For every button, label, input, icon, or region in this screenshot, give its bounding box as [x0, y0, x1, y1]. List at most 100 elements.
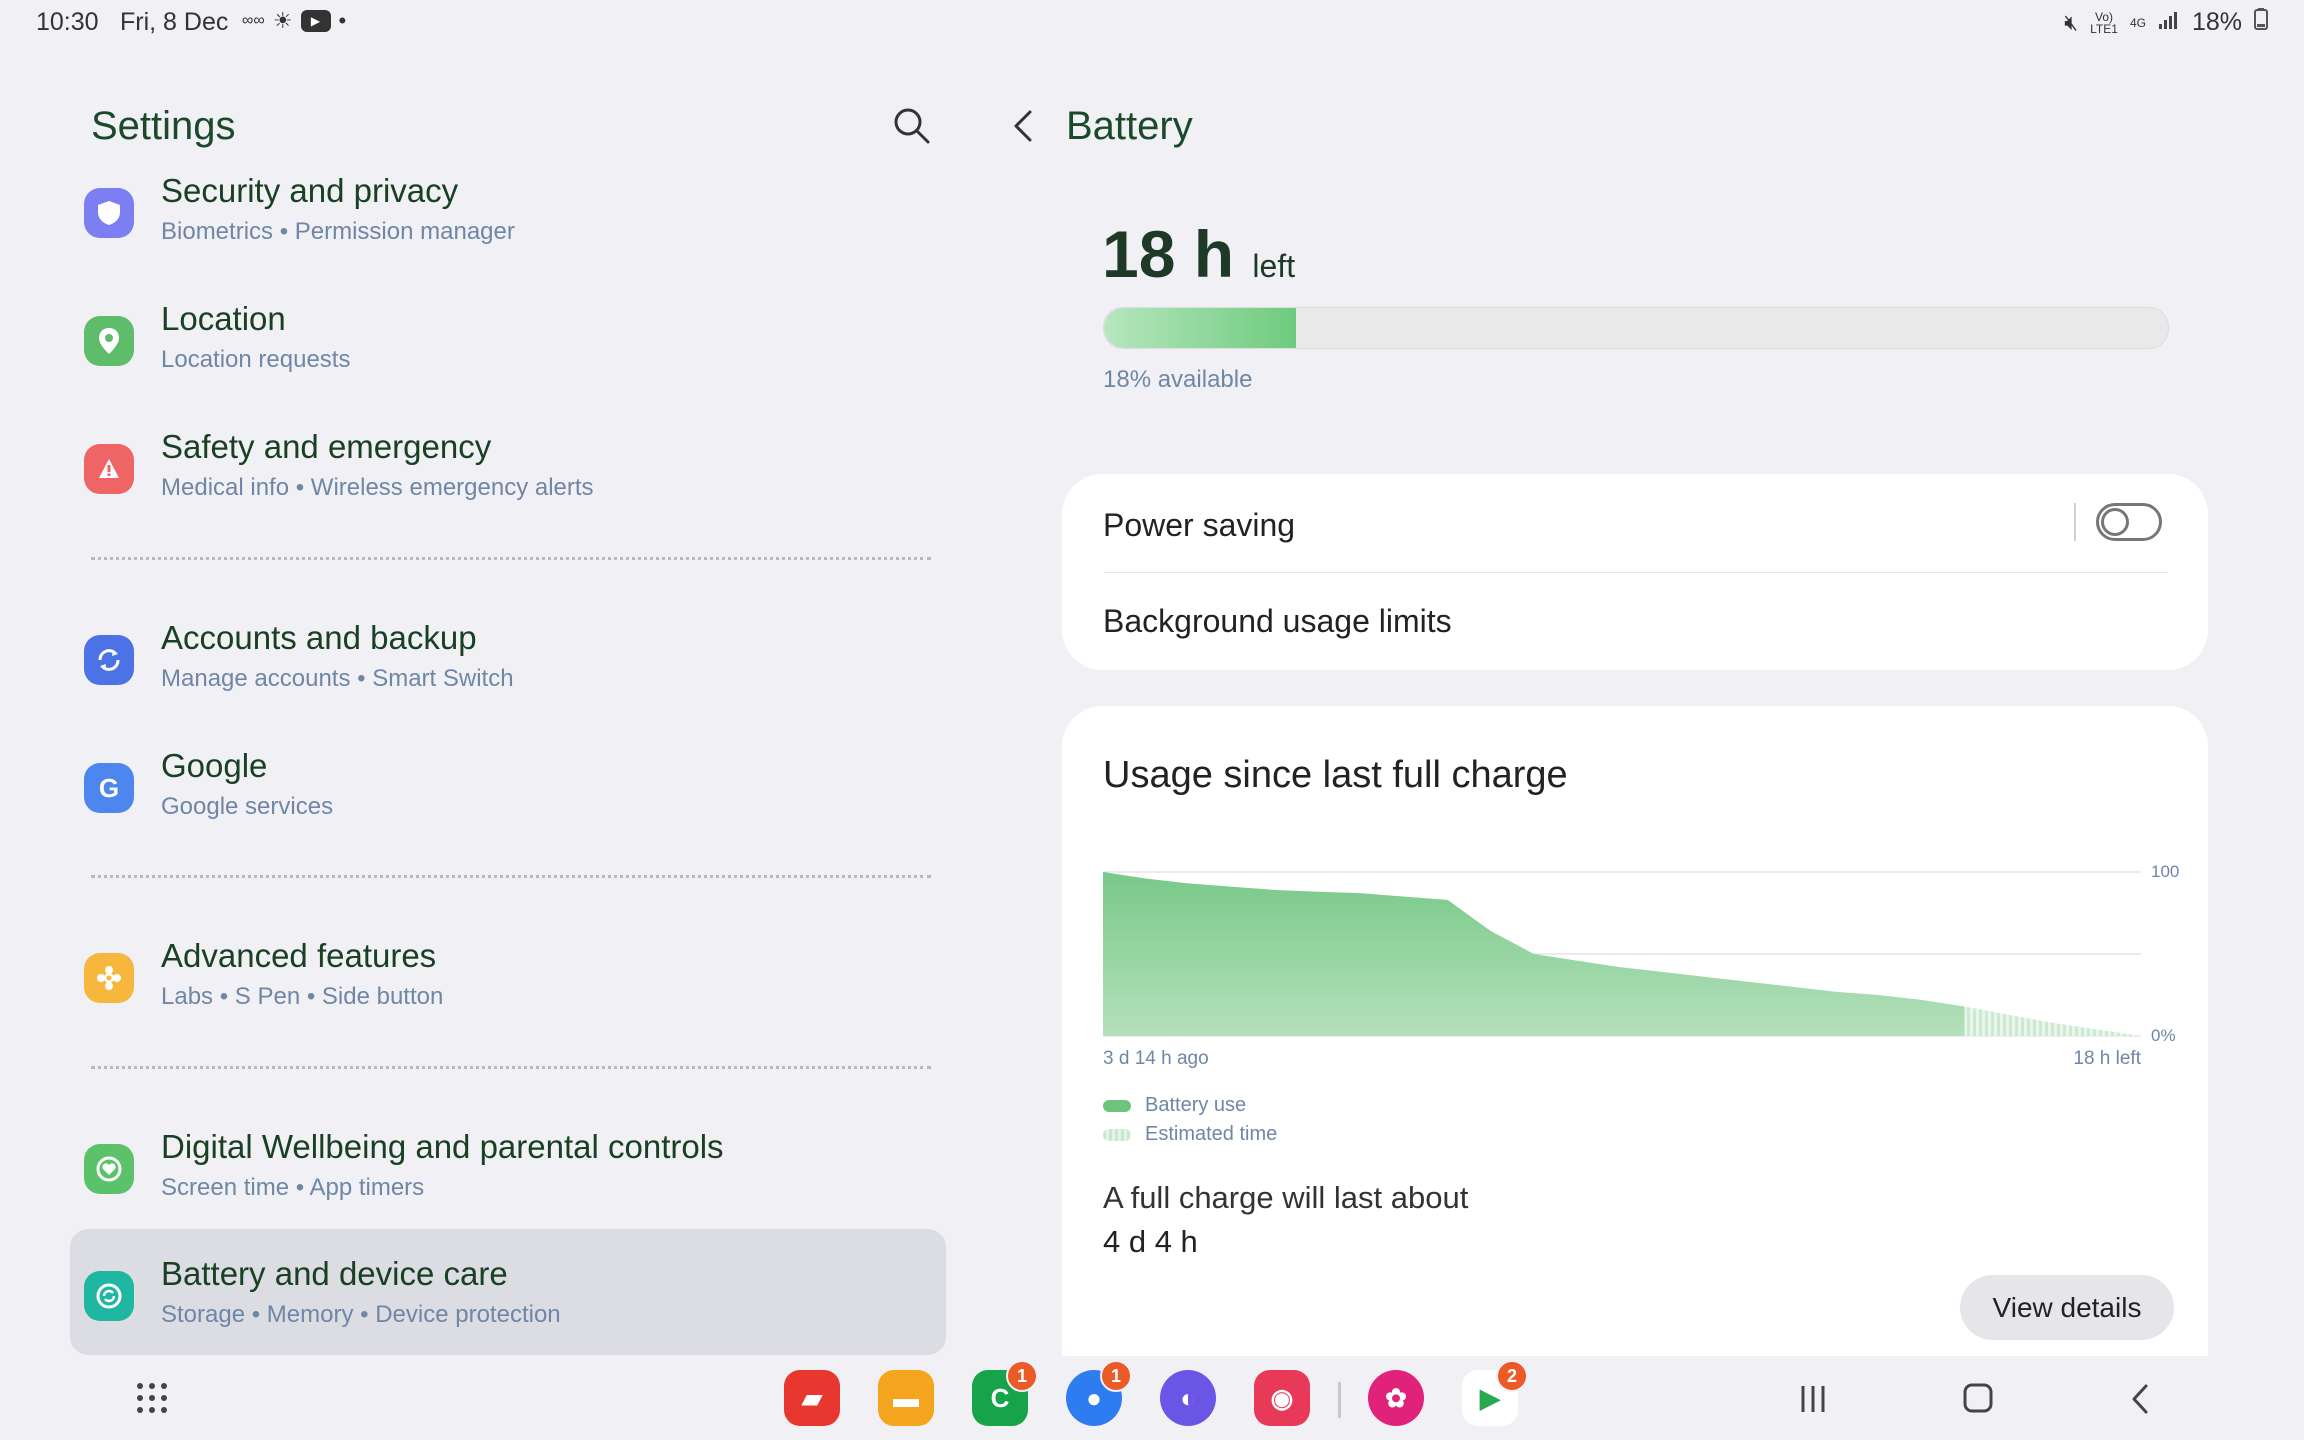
- settings-item-title: Battery and device care: [161, 1255, 508, 1292]
- settings-item-title: Location: [161, 300, 286, 337]
- status-date: Fri, 8 Dec: [120, 8, 229, 36]
- app-camera[interactable]: ◉: [1254, 1370, 1310, 1426]
- battery-level-bar: [1103, 307, 2169, 349]
- notes-icon: ▰: [802, 1382, 822, 1413]
- settings-item-advanced[interactable]: Advanced features Labs • S Pen • Side bu…: [70, 931, 946, 1051]
- toggle-knob: [2101, 508, 2129, 536]
- legend-swatch: [1103, 1099, 1131, 1112]
- battery-icon: [2254, 8, 2268, 37]
- chevron-left-icon: [1014, 110, 1032, 142]
- google-icon: G: [84, 763, 134, 813]
- sync-icon: [84, 635, 134, 685]
- play-store-icon: ▶: [1480, 1382, 1500, 1413]
- status-time: 10:30: [36, 8, 99, 36]
- settings-item-subtitle: Medical info • Wireless emergency alerts: [161, 474, 594, 501]
- browser-icon: ◐: [1180, 1382, 1196, 1413]
- usage-title: Usage since last full charge: [1103, 754, 1568, 796]
- app-drawer-button[interactable]: [134, 1380, 170, 1416]
- recents-icon: [1801, 1386, 1825, 1412]
- power-saving-toggle[interactable]: [2096, 503, 2162, 541]
- settings-item-title: Google: [161, 747, 268, 784]
- device-care-icon: [84, 1271, 134, 1321]
- brightness-icon: ☀: [272, 8, 293, 33]
- mute-icon: 🔇︎: [2064, 9, 2079, 35]
- grid-icon: [137, 1383, 167, 1413]
- app-browser[interactable]: ◐: [1160, 1370, 1216, 1426]
- section-divider: [91, 1066, 931, 1069]
- battery-available-text: 18% available: [1103, 366, 1253, 393]
- legend-swatch: [1103, 1128, 1131, 1141]
- notification-badge: 1: [1006, 1360, 1038, 1392]
- app-messages[interactable]: ● 1: [1066, 1360, 1132, 1426]
- search-icon: [894, 108, 930, 144]
- phone-icon: C: [990, 1382, 1010, 1413]
- settings-item-google[interactable]: G Google Google services: [70, 741, 946, 861]
- y-min-label: 0%: [2151, 1026, 2176, 1045]
- taskbar-divider: [1338, 1382, 1341, 1418]
- settings-item-subtitle: Screen time • App timers: [161, 1174, 425, 1201]
- signal-icon: [2158, 8, 2180, 37]
- network-type: 4G: [2129, 15, 2146, 30]
- app-notes[interactable]: ▰: [784, 1370, 840, 1426]
- section-divider: [91, 557, 931, 560]
- search-button[interactable]: [890, 104, 934, 148]
- settings-item-title: Accounts and backup: [161, 619, 477, 656]
- settings-item-title: Digital Wellbeing and parental controls: [161, 1128, 724, 1165]
- shield-icon: [84, 188, 134, 238]
- settings-title: Settings: [91, 104, 236, 148]
- row-divider: [1103, 572, 2169, 573]
- background-usage-limits[interactable]: Background usage limits: [1103, 603, 1452, 640]
- app-gallery[interactable]: ✿: [1368, 1370, 1424, 1426]
- settings-item-accounts[interactable]: Accounts and backup Manage accounts • Sm…: [70, 613, 946, 733]
- nav-back-button[interactable]: [2116, 1376, 2166, 1422]
- battery-level-fill: [1104, 308, 1296, 348]
- settings-item-battery[interactable]: Battery and device care Storage • Memory…: [70, 1229, 946, 1355]
- notification-badge: 1: [1100, 1360, 1132, 1392]
- youtube-icon: ▶: [300, 10, 331, 32]
- dot-icon: •: [338, 8, 347, 33]
- wellbeing-icon: [84, 1144, 134, 1194]
- full-charge-label: A full charge will last about: [1103, 1180, 1469, 1215]
- settings-item-subtitle: Storage • Memory • Device protection: [161, 1301, 561, 1328]
- app-files[interactable]: ▬: [878, 1370, 934, 1426]
- settings-item-title: Advanced features: [161, 937, 437, 974]
- settings-item-subtitle: Biometrics • Permission manager: [161, 218, 515, 245]
- app-phone[interactable]: C1: [972, 1360, 1038, 1426]
- estimated-time-area: [1964, 1006, 2141, 1036]
- camera-icon: ◉: [1270, 1382, 1294, 1413]
- recents-button[interactable]: [1788, 1376, 1838, 1422]
- settings-item-location[interactable]: Location Location requests: [70, 294, 946, 414]
- lte-label: LTE1: [2090, 21, 2118, 36]
- settings-item-security[interactable]: Security and privacy Biometrics • Permis…: [70, 166, 946, 286]
- time-left-value: 18 h: [1102, 217, 1235, 291]
- back-button[interactable]: [1004, 104, 1044, 148]
- page-title: Battery: [1066, 104, 1193, 148]
- full-charge-value: 4 d 4 h: [1103, 1224, 1198, 1259]
- chat-icon: ●: [1086, 1382, 1102, 1413]
- link-icon: ∞∞: [242, 12, 265, 29]
- alert-icon: [84, 444, 134, 494]
- app-play-store[interactable]: ▶ 2: [1462, 1360, 1528, 1426]
- settings-item-subtitle: Location requests: [161, 346, 351, 373]
- flower-icon: ✿: [1385, 1382, 1407, 1413]
- time-left-suffix: left: [1252, 248, 1296, 284]
- legend-estimated: Estimated time: [1103, 1123, 1277, 1146]
- settings-item-title: Safety and emergency: [161, 428, 492, 465]
- x-start-label: 3 d 14 h ago: [1103, 1048, 1209, 1069]
- settings-item-wellbeing[interactable]: Digital Wellbeing and parental controls …: [70, 1122, 946, 1242]
- home-icon: [1963, 1383, 1993, 1413]
- advanced-features-icon: [84, 953, 134, 1003]
- settings-item-subtitle: Labs • S Pen • Side button: [161, 983, 444, 1010]
- settings-item-title: Security and privacy: [161, 172, 459, 209]
- y-max-label: 100: [2151, 864, 2179, 881]
- settings-item-subtitle: Google services: [161, 793, 334, 820]
- battery-percent: 18%: [2191, 8, 2242, 36]
- legend-label: Battery use: [1145, 1094, 1247, 1116]
- folder-icon: ▬: [893, 1382, 919, 1413]
- settings-item-safety[interactable]: Safety and emergency Medical info • Wire…: [70, 422, 946, 542]
- power-saving-label[interactable]: Power saving: [1103, 507, 1295, 544]
- home-button[interactable]: [1952, 1376, 2002, 1422]
- view-details-button[interactable]: View details: [1960, 1275, 2174, 1340]
- toggle-separator: [2074, 503, 2076, 541]
- back-icon: [2132, 1384, 2148, 1414]
